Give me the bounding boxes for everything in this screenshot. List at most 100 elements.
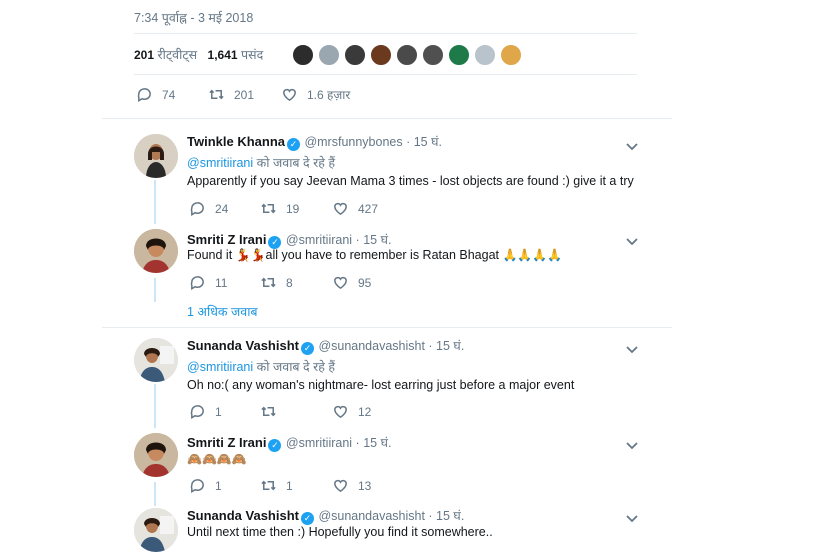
- heart-icon: [334, 479, 347, 493]
- reply-to-link[interactable]: @smritiirani: [187, 360, 253, 374]
- liker-avatar[interactable]: [500, 44, 522, 66]
- retweet-action[interactable]: 19: [260, 200, 299, 217]
- tweet-timestamp: 7:34 पूर्वाह्न - 3 मई 2018: [134, 11, 254, 25]
- like-action[interactable]: 12: [332, 403, 371, 420]
- retweet-icon: [261, 480, 276, 491]
- avatar[interactable]: [134, 508, 178, 552]
- retweet-count: 8: [286, 275, 293, 290]
- liker-avatar[interactable]: [422, 44, 444, 66]
- liker-avatar[interactable]: [318, 44, 340, 66]
- verified-badge-icon: ✓: [287, 138, 300, 151]
- tweet-text: 🙈🙈🙈🙈: [187, 452, 247, 466]
- author-name[interactable]: Sunanda Vashisht: [187, 508, 299, 523]
- reply-action[interactable]: 11: [189, 274, 227, 291]
- chevron-down-icon[interactable]: [625, 342, 639, 354]
- liker-avatar[interactable]: [448, 44, 470, 66]
- retweet-action[interactable]: 201: [208, 86, 254, 103]
- retweet-action[interactable]: 1: [260, 477, 293, 494]
- reply-count: 1: [215, 478, 222, 493]
- author-handle[interactable]: @smritiirani · 15 घं.: [286, 233, 392, 247]
- like-action[interactable]: 427: [332, 200, 378, 217]
- reply-action[interactable]: 1: [189, 477, 222, 494]
- reply-action[interactable]: 74: [136, 86, 175, 103]
- retweets-label[interactable]: रीट्वीट्स: [158, 48, 198, 62]
- avatar[interactable]: [134, 338, 178, 382]
- verified-badge-icon: ✓: [268, 439, 282, 452]
- heart-icon: [334, 405, 347, 419]
- retweet-action[interactable]: [260, 403, 286, 420]
- verified-badge-icon: ✓: [300, 512, 314, 525]
- like-action[interactable]: 95: [332, 274, 371, 291]
- reply-header: Smriti Z Irani ✓ @smritiirani · 15 घं.: [187, 434, 391, 452]
- author-name[interactable]: Sunanda Vashisht: [187, 338, 299, 353]
- reply-icon: [137, 88, 151, 102]
- reply-action[interactable]: 24: [189, 200, 228, 217]
- dancer-emoji: 💃💃: [235, 248, 266, 262]
- retweet-action[interactable]: 8: [260, 274, 293, 291]
- reply-action[interactable]: 1: [189, 403, 222, 420]
- reply-count: 24: [215, 201, 229, 216]
- reply-to-link[interactable]: @smritiirani: [187, 156, 253, 170]
- folded-hands-emoji: 🙏🙏🙏🙏: [502, 248, 563, 262]
- liker-avatar[interactable]: [370, 44, 392, 66]
- like-action[interactable]: 13: [332, 477, 371, 494]
- liker-avatar[interactable]: [292, 44, 314, 66]
- thread-line: [154, 180, 156, 224]
- author-name[interactable]: Smriti Z Irani: [187, 435, 266, 450]
- author-handle[interactable]: @smritiirani · 15 घं.: [286, 436, 392, 450]
- avatar[interactable]: [134, 229, 178, 273]
- reply-to-text: को जवाब दे रहे हैं: [256, 156, 336, 170]
- chevron-down-icon[interactable]: [625, 438, 639, 450]
- author-handle[interactable]: @sunandavashisht · 15 घं.: [318, 509, 464, 523]
- reply-header: Sunanda Vashisht ✓ @sunandavashisht · 15 …: [187, 337, 464, 355]
- author-name[interactable]: Twinkle Khanna: [187, 134, 285, 149]
- like-count: 427: [358, 201, 379, 216]
- retweet-icon: [261, 277, 276, 288]
- tweet-text: Found it 💃💃all you have to remember is R…: [187, 248, 562, 262]
- retweet-icon: [261, 203, 276, 214]
- verified-badge-icon: ✓: [300, 342, 314, 355]
- chevron-down-icon[interactable]: [625, 139, 639, 151]
- reply-icon: [190, 202, 204, 216]
- tweet-stats: 201 रीट्वीट्स 1,641 पसंद: [134, 46, 263, 63]
- reply-icon: [190, 276, 204, 290]
- likes-count[interactable]: 1,641: [208, 48, 238, 62]
- like-action[interactable]: 1.6 हज़ार: [281, 86, 350, 103]
- tweet-text-part: all you have to remember is Ratan Bhagat: [265, 248, 503, 262]
- reply-header: Sunanda Vashisht ✓ @sunandavashisht · 15 …: [187, 507, 464, 525]
- like-count: 1.6 हज़ार: [307, 88, 351, 102]
- reply-to-text: को जवाब दे रहे हैं: [256, 360, 336, 374]
- heart-icon: [334, 202, 347, 216]
- tweet-text-part: Found it: [187, 248, 236, 262]
- avatar[interactable]: [134, 134, 178, 178]
- thread-line: [154, 482, 156, 506]
- more-replies-link[interactable]: 1 अधिक जवाब: [187, 303, 258, 320]
- divider: [102, 118, 672, 119]
- reply-count: 1: [215, 404, 222, 419]
- retweet-count: 1: [286, 478, 293, 493]
- like-count: 12: [358, 404, 372, 419]
- reply-icon: [190, 479, 204, 493]
- author-name[interactable]: Smriti Z Irani: [187, 232, 266, 247]
- heart-icon: [334, 276, 347, 290]
- chevron-down-icon[interactable]: [625, 511, 639, 523]
- chevron-down-icon[interactable]: [625, 234, 639, 246]
- like-count: 13: [358, 478, 372, 493]
- liker-avatar[interactable]: [396, 44, 418, 66]
- tweet-text: Apparently if you say Jeevan Mama 3 time…: [187, 174, 634, 188]
- author-handle[interactable]: @mrsfunnybones · 15 घं.: [304, 135, 442, 149]
- likes-label[interactable]: पसंद: [241, 48, 263, 62]
- retweets-count[interactable]: 201: [134, 48, 154, 62]
- reply-context: @smritiirani को जवाब दे रहे हैं: [187, 358, 335, 375]
- liker-avatar[interactable]: [474, 44, 496, 66]
- author-handle[interactable]: @sunandavashisht · 15 घं.: [318, 339, 464, 353]
- divider: [102, 327, 672, 328]
- heart-icon: [283, 88, 296, 102]
- divider: [134, 33, 637, 34]
- reply-count: 74: [162, 87, 176, 102]
- retweet-icon: [209, 89, 224, 100]
- liker-avatar[interactable]: [344, 44, 366, 66]
- avatar[interactable]: [134, 433, 178, 477]
- retweet-count: 19: [286, 201, 300, 216]
- see-no-evil-monkey-emoji: 🙈🙈🙈🙈: [187, 452, 247, 466]
